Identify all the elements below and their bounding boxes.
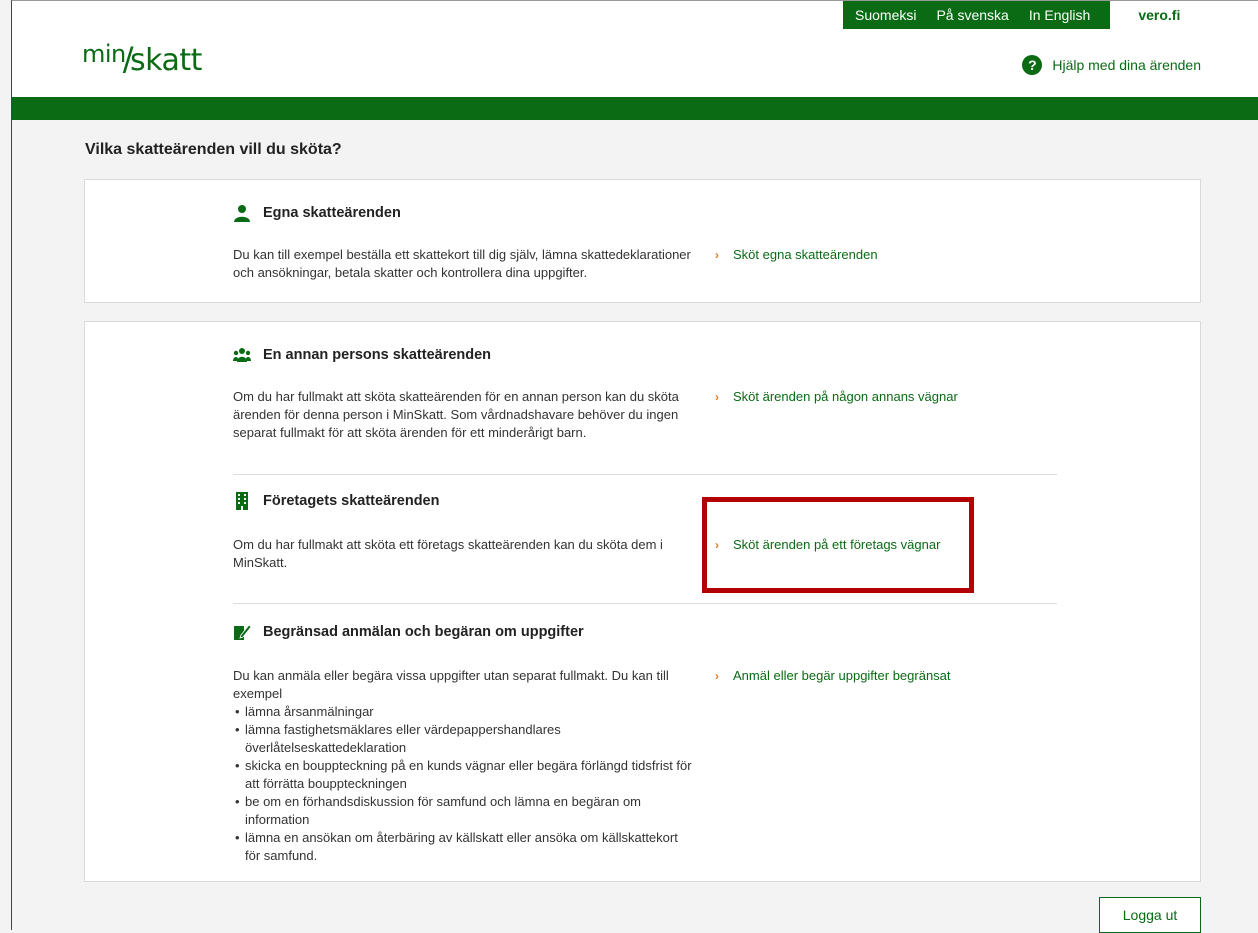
link-label: Anmäl eller begär uppgifter begränsat [733, 668, 951, 683]
limited-notification-link[interactable]: › Anmäl eller begär uppgifter begränsat [715, 668, 951, 683]
lang-svenska-link[interactable]: På svenska [936, 7, 1008, 23]
list-item: lämna en ansökan om återbäring av källsk… [235, 829, 693, 865]
header-green-band [12, 97, 1258, 120]
section-title-other-person: En annan persons skatteärenden [233, 346, 1057, 364]
section-own-matters: Egna skatteärenden Du kan till exempel b… [233, 204, 1057, 280]
chevron-right-icon: › [715, 248, 719, 262]
bullet-list: lämna årsanmälningar lämna fastighetsmäk… [233, 703, 693, 865]
list-item: be om en förhandsdiskussion för samfund … [235, 793, 693, 829]
vero-fi-link[interactable]: vero.fi [1110, 1, 1221, 29]
section-title-own: Egna skatteärenden [233, 204, 1057, 222]
section-description: Du kan till exempel beställa ett skattek… [233, 247, 691, 280]
document-edit-icon [234, 624, 251, 640]
section-title-text: Företagets skatteärenden [263, 493, 440, 509]
section-other-person: En annan persons skatteärenden Om du har… [233, 346, 1057, 440]
question-icon: ? [1022, 55, 1043, 75]
manage-own-matters-link[interactable]: › Sköt egna skatteärenden [715, 247, 878, 262]
highlight-box [702, 497, 974, 593]
page-title: Vilka skatteärenden vill du sköta? [85, 141, 342, 158]
group-icon [233, 348, 251, 362]
help-link[interactable]: ? Hjälp med dina ärenden [1022, 55, 1201, 75]
building-icon [236, 492, 248, 510]
link-label: Sköt ärenden på någon annans vägnar [733, 389, 958, 404]
section-description: Du kan anmäla eller begära vissa uppgift… [233, 667, 693, 865]
link-label: Sköt egna skatteärenden [733, 247, 878, 262]
chevron-right-icon: › [715, 669, 719, 683]
site-header: Suomeksi På svenska In English vero.fi m… [12, 1, 1258, 97]
browser-frame: Suomeksi På svenska In English vero.fi m… [11, 0, 1258, 933]
lang-english-link[interactable]: In English [1029, 7, 1090, 23]
section-description: Om du har fullmakt att sköta skatteärend… [233, 389, 679, 440]
manage-other-person-link[interactable]: › Sköt ärenden på någon annans vägnar [715, 389, 958, 404]
logo-min-text: min [82, 40, 126, 68]
list-item: lämna årsanmälningar [235, 703, 693, 721]
logout-button[interactable]: Logga ut [1099, 897, 1201, 933]
other-matters-card: En annan persons skatteärenden Om du har… [84, 321, 1201, 882]
own-matters-card: Egna skatteärenden Du kan till exempel b… [84, 179, 1201, 303]
section-divider [233, 474, 1057, 475]
person-icon [234, 205, 250, 222]
section-title-text: Egna skatteärenden [263, 205, 401, 221]
section-intro-text: Du kan anmäla eller begära vissa uppgift… [233, 668, 669, 701]
lang-suomeksi-link[interactable]: Suomeksi [855, 7, 916, 23]
section-limited-notification: Begränsad anmälan och begäran om uppgift… [233, 623, 1057, 863]
logo-skatt-text: skatt [130, 43, 202, 78]
list-item: lämna fastighetsmäklares eller värdepapp… [235, 721, 693, 757]
section-title-text: En annan persons skatteärenden [263, 347, 492, 363]
section-description: Om du har fullmakt att sköta ett företag… [233, 537, 663, 570]
section-title-text: Begränsad anmälan och begäran om uppgift… [263, 624, 584, 640]
section-title-limited: Begränsad anmälan och begäran om uppgift… [233, 623, 1057, 641]
language-bar: Suomeksi På svenska In English vero.fi [843, 1, 1221, 29]
section-divider [233, 603, 1057, 604]
list-item: skicka en bouppteckning på en kunds vägn… [235, 757, 693, 793]
minskatt-logo[interactable]: min/skatt [82, 39, 202, 82]
chevron-right-icon: › [715, 390, 719, 404]
help-label: Hjälp med dina ärenden [1052, 57, 1201, 73]
